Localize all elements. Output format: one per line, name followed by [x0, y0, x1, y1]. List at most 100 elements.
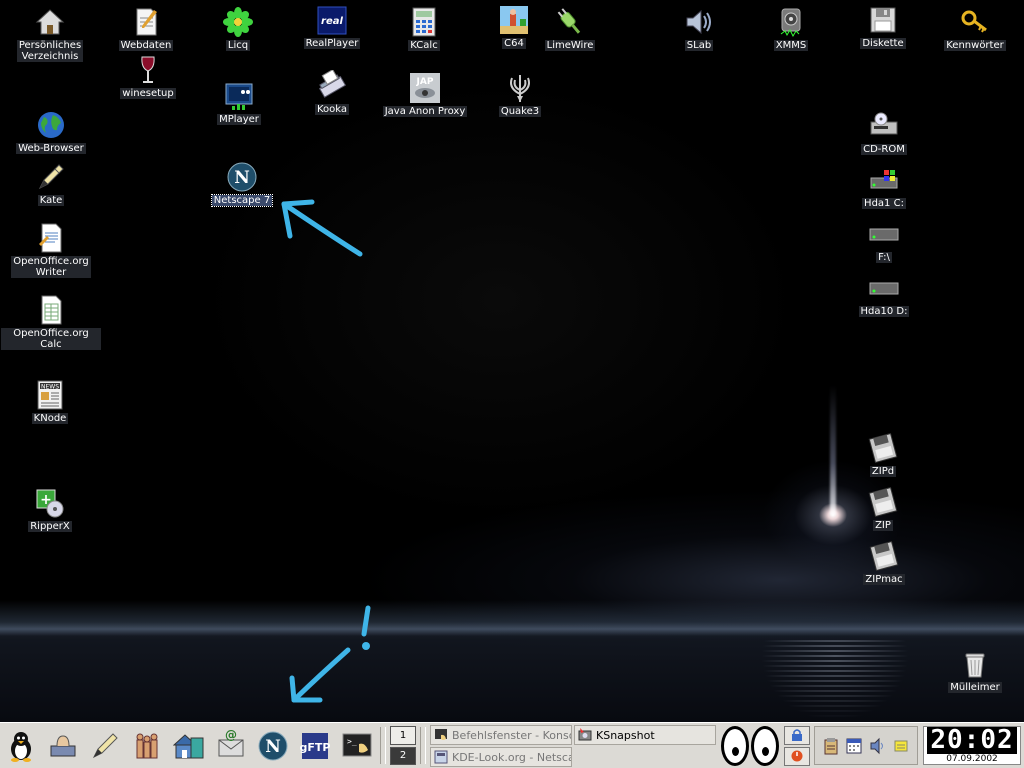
logout-button[interactable]	[784, 746, 810, 766]
writer-document-icon	[35, 222, 67, 254]
calendar-icon[interactable]	[844, 736, 864, 756]
desktop-icon-zipd[interactable]: ZIPd	[833, 432, 933, 477]
calc-spreadsheet-icon	[35, 294, 67, 326]
icon-label: winesetup	[120, 88, 176, 99]
annotation-arrow-netscape	[281, 199, 363, 257]
home-folder-icon	[34, 6, 66, 38]
svg-text:N: N	[234, 168, 250, 188]
desktop-icon-fdrive[interactable]: F:\	[834, 218, 934, 263]
volume-icon[interactable]	[868, 736, 888, 756]
desktop-icon-knode[interactable]: NEWS KNode	[0, 379, 100, 424]
svg-text:real: real	[321, 16, 343, 27]
desktop-icon-trash[interactable]: Mülleimer	[925, 648, 1024, 693]
svg-text:@: @	[225, 730, 237, 742]
icon-label: Web-Browser	[16, 143, 86, 154]
clock-date: 07.09.2002	[946, 754, 998, 764]
desktop-icon-cdrom[interactable]: CD-ROM	[834, 110, 934, 155]
desktop-icon-home[interactable]: Persönliches Verzeichnis	[0, 6, 100, 62]
desktop-icon-webbrowser[interactable]: Web-Browser	[1, 109, 101, 154]
icon-label: KCalc	[408, 40, 440, 51]
task-label: KSnapshot	[596, 728, 655, 742]
desktop-icon-zip[interactable]: ZIP	[833, 486, 933, 531]
hard-drive-icon	[868, 218, 900, 250]
task-netscape[interactable]: KDE-Look.org - Netscape	[430, 747, 572, 767]
icon-label: ZIPd	[869, 466, 897, 477]
right-eye	[751, 725, 779, 766]
klipper-icon[interactable]	[821, 736, 841, 756]
kate-pen-icon	[87, 728, 123, 764]
lock-screen-button[interactable]	[784, 725, 810, 745]
desktop-icon-xmms[interactable]: XMMS	[741, 6, 841, 51]
desktop-icon-quake3[interactable]: Quake3	[470, 72, 570, 117]
kmenu-button[interactable]	[0, 723, 42, 768]
icon-label: Kennwörter	[944, 40, 1006, 51]
desktop-icon-zipmac[interactable]: ZIPmac	[834, 540, 934, 585]
mplayer-icon	[223, 80, 255, 112]
desktop-icon-kennwoerter[interactable]: Kennwörter	[925, 6, 1024, 51]
lock-logout-applet	[782, 723, 812, 768]
task-konsole[interactable]: Befehlsfenster - Konsole	[430, 725, 572, 745]
desktop-icon-mplayer[interactable]: MPlayer	[189, 80, 289, 125]
horizon-glow	[0, 622, 1024, 636]
task-ksnapshot[interactable]: KSnapshot	[574, 725, 716, 745]
desktop-icon-hda1[interactable]: Hda1 C:	[834, 164, 934, 209]
house-icon	[171, 728, 207, 764]
desktop-icon-oocalc[interactable]: OpenOffice.org Calc	[1, 294, 101, 350]
icon-label: MPlayer	[217, 114, 261, 125]
icon-label: ZIPmac	[863, 574, 905, 585]
desktop-icon-realplayer[interactable]: real RealPlayer	[282, 4, 382, 49]
windows-drive-icon	[868, 164, 900, 196]
desktop-icon-winesetup[interactable]: winesetup	[98, 54, 198, 99]
svg-text:gFTP: gFTP	[300, 741, 331, 754]
speaker-icon	[683, 6, 715, 38]
clock-applet[interactable]: 20:02 07.09.2002	[923, 726, 1021, 765]
icon-label: SLab	[684, 40, 714, 51]
wine-glass-icon	[132, 54, 164, 86]
gftp-launcher-button[interactable]: gFTP	[294, 723, 336, 768]
icon-label: Licq	[225, 40, 251, 51]
desktop-icon-webdaten[interactable]: Webdaten	[96, 6, 196, 51]
icon-label: Netscape 7	[210, 194, 274, 207]
desktop-icon-diskette[interactable]: Diskette	[833, 4, 933, 49]
pager-desktop-1[interactable]: 1	[390, 726, 416, 745]
icon-label: RealPlayer	[303, 38, 361, 49]
desktop-icon-hda10[interactable]: Hda10 D:	[834, 272, 934, 317]
notes-icon[interactable]	[891, 736, 911, 756]
mail-launcher-button[interactable]: @	[210, 723, 252, 768]
icon-label: KNode	[31, 413, 69, 424]
desktop-icon-kooka[interactable]: Kooka	[282, 70, 382, 115]
terminal-shell-icon: >_	[339, 728, 375, 764]
icon-label: Webdaten	[118, 40, 174, 51]
icon-label: Persönliches Verzeichnis	[16, 40, 84, 62]
desktop-icon-oowriter[interactable]: OpenOffice.org Writer	[1, 222, 101, 278]
calculator-icon	[408, 6, 440, 38]
desktop[interactable]: Persönliches Verzeichnis Webdaten Licq r…	[0, 0, 1024, 722]
zip-disk-icon	[867, 486, 899, 518]
desktop-icon-licq[interactable]: Licq	[188, 6, 288, 51]
zip-disk-icon	[868, 540, 900, 572]
desktop-icon-kcalc[interactable]: KCalc	[374, 6, 474, 51]
icon-label: XMMS	[773, 40, 809, 51]
desktop-access-button[interactable]	[42, 723, 84, 768]
scanner-icon	[316, 70, 348, 102]
users-launcher-button[interactable]	[126, 723, 168, 768]
licq-flower-icon	[222, 6, 254, 38]
desktop-icon-jap[interactable]: JAP Java Anon Proxy	[375, 72, 475, 117]
pager-desktop-2[interactable]: 2	[390, 746, 416, 765]
icon-label: CD-ROM	[861, 144, 907, 155]
netscape-launcher-button[interactable]: N	[252, 723, 294, 768]
system-tray	[814, 726, 918, 765]
key-icon	[959, 6, 991, 38]
svg-text:N: N	[265, 737, 281, 757]
desktop-icon-ripperx[interactable]: + RipperX	[0, 487, 100, 532]
svg-text:NEWS: NEWS	[41, 384, 59, 391]
hard-drive-icon	[868, 272, 900, 304]
kate-launcher-button[interactable]	[84, 723, 126, 768]
desktop-icon-limewire[interactable]: LimeWire	[520, 6, 620, 51]
konsole-launcher-button[interactable]: >_	[336, 723, 378, 768]
desktop-icon-kate[interactable]: Kate	[1, 161, 101, 206]
penguin-kmenu-icon	[3, 728, 39, 764]
desktop-icon-slab[interactable]: SLab	[649, 6, 749, 51]
filemanager-launcher-button[interactable]	[168, 723, 210, 768]
panel-separator	[420, 727, 426, 764]
